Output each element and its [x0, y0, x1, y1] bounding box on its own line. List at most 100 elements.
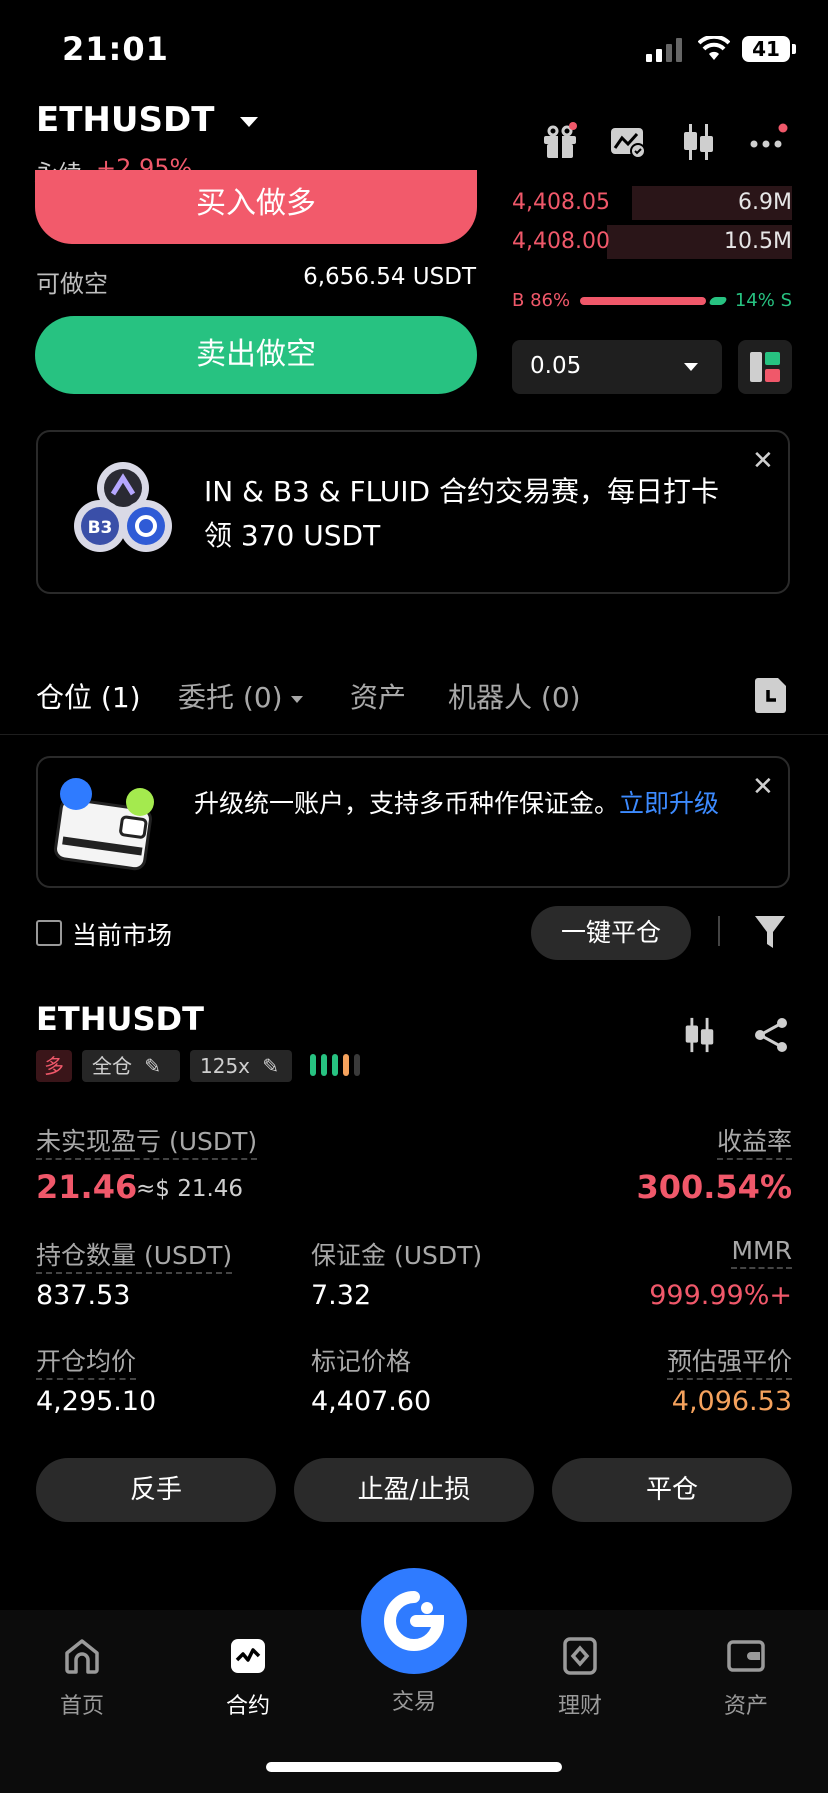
nav-assets[interactable]: 资产	[706, 1636, 786, 1720]
buy-sell-ratio: B 86% 14% S	[512, 290, 792, 314]
position-qty-value: 837.53	[36, 1280, 131, 1311]
sell-short-button[interactable]: 卖出做空	[35, 316, 477, 394]
current-market-label: 当前市场	[72, 921, 173, 950]
orderbook-price: 4,408.00	[512, 229, 610, 254]
liq-price-value: 4,096.53	[671, 1386, 792, 1417]
buy-ratio: B 86%	[512, 290, 571, 311]
close-icon[interactable]: ✕	[752, 772, 774, 802]
chevron-down-icon	[290, 695, 303, 703]
risk-level-icon	[310, 1054, 365, 1080]
promo-text: IN & B3 & FLUID 合约交易赛，每日打卡领 370 USDT	[204, 475, 720, 552]
tpsl-button[interactable]: 止盈/止损	[294, 1458, 534, 1522]
cellular-signal-icon	[646, 38, 682, 62]
home-icon	[65, 1639, 99, 1674]
edit-icon: ✎	[262, 1054, 280, 1078]
candlestick-icon[interactable]	[678, 122, 718, 162]
liq-price-label: 预估强平价	[666, 1342, 792, 1380]
roe-label: 收益率	[716, 1122, 792, 1160]
trade-fab-button[interactable]	[361, 1568, 467, 1674]
sell-ratio-bar	[708, 297, 728, 305]
nav-label: 合约	[225, 1694, 270, 1719]
token-coins-icon: B3	[74, 462, 172, 552]
precision-select[interactable]: 0.05	[512, 340, 722, 394]
status-time: 21:01	[62, 30, 169, 68]
close-position-button[interactable]: 平仓	[552, 1458, 792, 1522]
margin-mode-label: 全仓	[92, 1054, 132, 1078]
side-badge: 多	[36, 1050, 72, 1082]
history-icon[interactable]	[754, 676, 788, 714]
available-value: 6,656.54 USDT	[303, 264, 476, 290]
tab-assets[interactable]: 资产	[350, 676, 406, 716]
home-indicator	[266, 1762, 562, 1772]
roe-value: 300.54%	[636, 1168, 792, 1206]
symbol-title: ETHUSDT	[36, 100, 215, 140]
position-symbol[interactable]: ETHUSDT	[36, 1000, 204, 1038]
reverse-button[interactable]: 反手	[36, 1458, 276, 1522]
tab-positions[interactable]: 仓位 (1)	[36, 676, 141, 716]
position-tabs: 仓位 (1) 委托 (0) 资产 机器人 (0)	[0, 660, 828, 735]
mark-price-value: 4,407.60	[311, 1386, 432, 1417]
precision-value: 0.05	[530, 353, 582, 379]
chevron-down-icon	[684, 363, 698, 371]
upgrade-now-link[interactable]: 立即升级	[619, 789, 719, 818]
leverage-label: 125x	[200, 1054, 251, 1078]
orderbook-size: 6.9M	[738, 190, 792, 215]
nav-home[interactable]: 首页	[42, 1636, 122, 1720]
orderbook-size: 10.5M	[724, 229, 792, 254]
margin-mode-badge[interactable]: 全仓 ✎	[82, 1050, 180, 1082]
tab-bots[interactable]: 机器人 (0)	[448, 676, 581, 716]
wallet-icon	[727, 1640, 765, 1672]
nav-earn[interactable]: 理财	[540, 1636, 620, 1720]
close-all-button[interactable]: 一键平仓	[531, 906, 691, 960]
nav-futures[interactable]: 合约	[208, 1636, 288, 1720]
close-icon[interactable]: ✕	[752, 446, 774, 476]
nav-label: 资产	[723, 1694, 768, 1719]
svg-text:B3: B3	[88, 518, 113, 538]
share-icon[interactable]	[752, 1016, 790, 1054]
tab-orders[interactable]: 委托 (0)	[178, 676, 303, 716]
buy-long-button[interactable]: 买入做多	[35, 170, 477, 244]
orderbook-row[interactable]: 4,408.05 6.9M	[512, 186, 792, 220]
edit-icon: ✎	[144, 1054, 162, 1078]
sell-ratio: 14% S	[734, 290, 792, 311]
symbol-selector[interactable]: ETHUSDT	[36, 100, 259, 140]
upgrade-banner[interactable]: 升级统一账户，支持多币种作保证金。立即升级 ✕	[36, 756, 790, 888]
futures-icon	[231, 1639, 265, 1673]
nav-label: 交易	[391, 1690, 436, 1715]
entry-price-label: 开仓均价	[36, 1342, 137, 1380]
mmr-label: MMR	[731, 1236, 792, 1269]
margin-value: 7.32	[311, 1280, 372, 1311]
earn-icon	[563, 1637, 597, 1675]
gift-icon[interactable]	[540, 122, 580, 162]
entry-price-value: 4,295.10	[36, 1386, 157, 1417]
available-label: 可做空	[36, 270, 108, 298]
wifi-icon	[698, 36, 730, 60]
buy-ratio-bar	[580, 297, 706, 305]
trade-icon	[384, 1591, 445, 1651]
divider	[718, 916, 720, 946]
layout-icon	[750, 352, 780, 382]
orderbook-layout-button[interactable]	[738, 340, 792, 394]
promo-banner[interactable]: B3 IN & B3 & FLUID 合约交易赛，每日打卡领 370 USDT …	[36, 430, 790, 594]
orderbook-row[interactable]: 4,408.00 10.5M	[512, 225, 792, 259]
current-market-checkbox[interactable]	[36, 920, 62, 946]
orderbook-price: 4,408.05	[512, 190, 610, 215]
leverage-badge[interactable]: 125x ✎	[190, 1050, 292, 1082]
filter-icon[interactable]	[754, 914, 786, 950]
battery-indicator: 41	[742, 36, 796, 62]
nav-label: 首页	[59, 1694, 104, 1719]
candlestick-icon[interactable]	[680, 1016, 718, 1054]
status-bar: 21:01 41	[0, 0, 828, 100]
unrealized-pnl-label: 未实现盈亏 (USDT)	[36, 1122, 258, 1160]
chevron-down-icon	[240, 116, 259, 127]
wallet-icon	[54, 778, 154, 871]
mark-price-label: 标记价格	[311, 1347, 412, 1376]
upgrade-text: 升级统一账户，支持多币种作保证金。立即升级	[194, 784, 734, 824]
chart-alert-icon[interactable]	[608, 122, 648, 162]
margin-label: 保证金 (USDT)	[311, 1241, 483, 1270]
mmr-value: 999.99%+	[649, 1280, 792, 1311]
unrealized-pnl-value: 21.46	[36, 1168, 138, 1206]
position-qty-label: 持仓数量 (USDT)	[36, 1236, 233, 1274]
more-icon[interactable]	[748, 122, 788, 162]
upgrade-message: 升级统一账户，支持多币种作保证金。	[194, 789, 620, 818]
